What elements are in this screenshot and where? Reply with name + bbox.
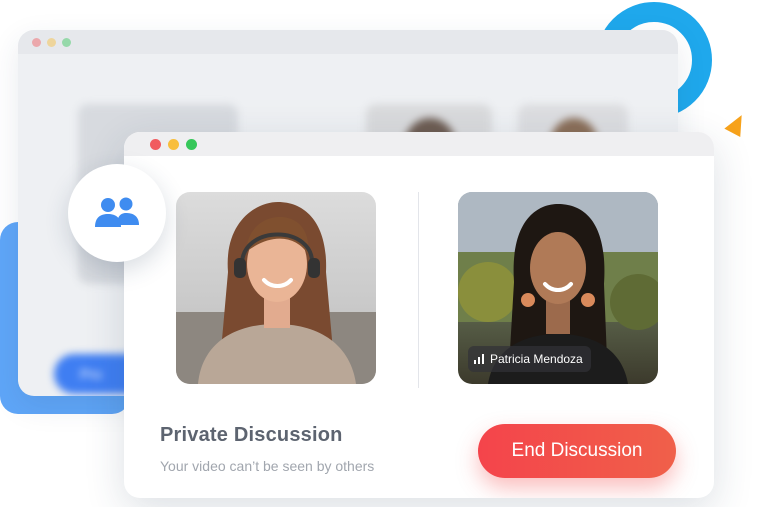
end-discussion-button[interactable]: End Discussion bbox=[478, 424, 676, 478]
call-window: Patricia Mendoza Private Discussion Your… bbox=[124, 132, 714, 498]
signal-bars-icon bbox=[474, 354, 484, 364]
participant-name: Patricia Mendoza bbox=[490, 352, 583, 366]
participant-name-tag: Patricia Mendoza bbox=[468, 346, 591, 372]
discussion-subtitle: Your video can’t be seen by others bbox=[160, 458, 375, 474]
remote-video-tile: Patricia Mendoza bbox=[458, 192, 658, 384]
background-titlebar bbox=[18, 30, 678, 54]
minimize-window-icon[interactable] bbox=[168, 139, 179, 150]
close-window-icon[interactable] bbox=[150, 139, 161, 150]
discussion-title: Private Discussion bbox=[160, 424, 343, 446]
close-dot-icon bbox=[32, 38, 41, 47]
video-divider bbox=[418, 192, 419, 388]
participants-badge bbox=[68, 164, 166, 262]
maximize-window-icon[interactable] bbox=[186, 139, 197, 150]
maximize-dot-icon bbox=[62, 38, 71, 47]
people-icon bbox=[95, 197, 139, 227]
minimize-dot-icon bbox=[47, 38, 56, 47]
decorative-orange-triangle bbox=[724, 110, 750, 138]
participant-photo bbox=[176, 202, 376, 384]
window-titlebar bbox=[124, 132, 714, 156]
local-video-tile bbox=[176, 192, 376, 384]
